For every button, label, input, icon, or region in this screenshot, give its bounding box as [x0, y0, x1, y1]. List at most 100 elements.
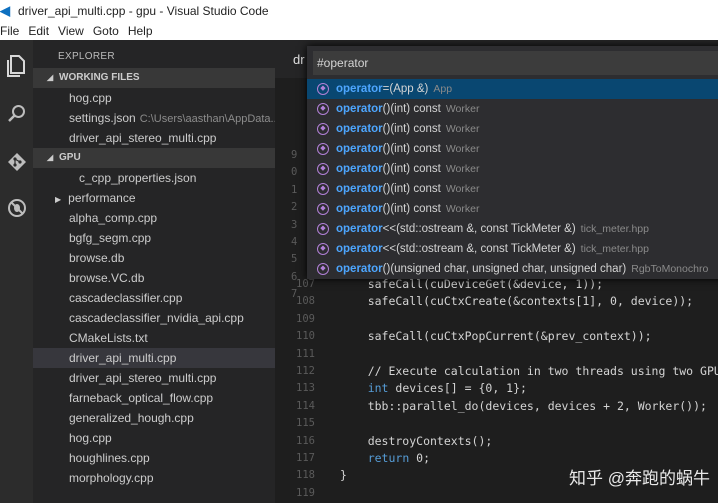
line-number: 111 [296, 347, 315, 360]
line-number-partial: 1 [291, 183, 298, 196]
tree-item[interactable]: alpha_comp.cpp [33, 208, 275, 228]
chevron-down-icon: ◢ [47, 153, 54, 162]
working-file-item[interactable]: driver_api_stereo_multi.cpp [33, 128, 275, 148]
working-file-item[interactable]: hog.cpp [33, 88, 275, 108]
menu-file[interactable]: File [0, 24, 19, 38]
symbol-keyword: operator [336, 243, 383, 255]
tree-item[interactable]: CMakeLists.txt [33, 328, 275, 348]
symbol-result-item[interactable]: ◆ operator <<(std::ostream &, const TickMe… [307, 219, 718, 239]
symbol-keyword: operator [336, 123, 383, 135]
symbol-result-item[interactable]: ◆ operator ()(int) const Worker [307, 99, 718, 119]
code-text: return 0; [367, 450, 431, 465]
symbol-result-item[interactable]: ◆ operator ()(int) const Worker [307, 139, 718, 159]
symbol-result-item[interactable]: ◆ operator =(App &) App [307, 79, 718, 99]
tree-item[interactable]: browse.VC.db [33, 268, 275, 288]
symbol-result-item[interactable]: ◆ operator ()(int) const Worker [307, 199, 718, 219]
debug-icon[interactable] [0, 190, 33, 226]
method-icon: ◆ [317, 223, 329, 235]
file-name: alpha_comp.cpp [69, 211, 158, 225]
line-number: 114 [296, 399, 315, 412]
code-text: safeCall(cuCtxPopCurrent(&prev_context))… [340, 329, 652, 344]
symbol-signature: ()(int) const [382, 203, 441, 215]
file-name: cascadeclassifier.cpp [69, 291, 183, 305]
symbol-container: Worker [445, 183, 480, 195]
code-text: // Execute calculation in two threads us… [340, 363, 718, 378]
symbol-container: RgbToMonochro [631, 263, 709, 275]
tree-item[interactable]: generalized_hough.cpp [33, 408, 275, 428]
file-name: morphology.cpp [69, 471, 154, 485]
tree-item[interactable]: browse.db [33, 248, 275, 268]
file-name: hog.cpp [69, 91, 112, 105]
tree-folder-performance[interactable]: ▶ performance [33, 188, 275, 208]
watermark: 知乎 @奔跑的蜗牛 [569, 469, 710, 488]
symbol-container: Worker [445, 163, 480, 175]
menu-view[interactable]: View [58, 24, 84, 38]
symbol-result-item[interactable]: ◆ operator ()(int) const Worker [307, 119, 718, 139]
working-file-item[interactable]: settings.json C:\Users\aasthan\AppData... [33, 108, 275, 128]
code-line: 110 safeCall(cuCtxPopCurrent(&prev_conte… [275, 328, 718, 345]
symbol-keyword: operator [336, 183, 383, 195]
file-name: browse.VC.db [69, 271, 145, 285]
tree-item[interactable]: cascadeclassifier_nvidia_api.cpp [33, 308, 275, 328]
tree-item[interactable]: driver_api_stereo_multi.cpp [33, 368, 275, 388]
line-number: 110 [296, 330, 315, 343]
tree-item[interactable]: farneback_optical_flow.cpp [33, 388, 275, 408]
menu-goto[interactable]: Goto [93, 24, 119, 38]
tree-item[interactable]: houghlines.cpp [33, 448, 275, 468]
tree-item-selected[interactable]: driver_api_multi.cpp [33, 348, 275, 368]
line-number: 115 [296, 417, 315, 430]
symbol-container: tick_meter.hpp [580, 223, 649, 235]
git-icon[interactable] [0, 144, 33, 180]
tree-item[interactable]: bgfg_segm.cpp [33, 228, 275, 248]
tree-item[interactable]: cascadeclassifier.cpp [33, 288, 275, 308]
line-number-partial: 3 [291, 218, 298, 231]
symbol-search-palette: ◆operator=(App &)App◆operator()(int) con… [307, 46, 718, 279]
symbol-search-input[interactable] [313, 51, 718, 75]
code-text: int devices[] = {0, 1}; [367, 381, 527, 396]
symbol-container: Worker [445, 143, 480, 155]
line-number: 118 [296, 469, 315, 482]
file-name: settings.json [69, 111, 136, 125]
menu-bar: File Edit View Goto Help [0, 22, 718, 40]
symbol-result-item[interactable]: ◆ operator <<(std::ostream &, const TickMe… [307, 239, 718, 259]
symbol-container: Worker [445, 203, 480, 215]
tree-item[interactable]: c_cpp_properties.json [33, 168, 275, 188]
symbol-keyword: operator [336, 163, 383, 175]
symbol-signature: ()(int) const [382, 103, 441, 115]
line-number: 113 [296, 382, 315, 395]
menu-edit[interactable]: Edit [28, 24, 49, 38]
tree-item[interactable]: morphology.cpp [33, 468, 275, 488]
line-number-partial: 5 [291, 253, 298, 266]
code-text: destroyContexts(); [340, 433, 493, 448]
working-files-header[interactable]: ◢ WORKING FILES [33, 68, 275, 88]
code-text: safeCall(cuCtxCreate(&contexts[1], 0, de… [340, 294, 694, 309]
symbol-result-item[interactable]: ◆ operator ()(int) const Worker [307, 159, 718, 179]
symbol-results-list: ◆ operator =(App &) App ◆ operator ()(int) con… [307, 79, 718, 279]
symbol-keyword: operator [336, 103, 383, 115]
symbol-signature: =(App &) [382, 83, 429, 95]
method-icon: ◆ [317, 183, 329, 195]
file-path: C:\Users\aasthan\AppData... [139, 113, 275, 125]
menu-help[interactable]: Help [128, 24, 153, 38]
line-number-partial: 4 [291, 236, 298, 249]
file-name: CMakeLists.txt [69, 331, 148, 345]
code-line: 115 [275, 415, 718, 432]
files-icon[interactable] [0, 48, 33, 84]
symbol-result-item[interactable]: ◆ operator ()(int) const Worker [307, 179, 718, 199]
tree-item[interactable]: hog.cpp [33, 428, 275, 448]
code-line: 114 tbb::parallel_do(devices, devices + … [275, 398, 718, 415]
search-icon[interactable] [0, 96, 33, 132]
line-number-partial: 2 [291, 201, 298, 214]
editor-tab[interactable]: dr [293, 52, 305, 67]
symbol-signature: <<(std::ostream &, const TickMeter &) [382, 243, 576, 255]
file-name: driver_api_stereo_multi.cpp [69, 371, 217, 385]
file-name: browse.db [69, 251, 125, 265]
symbol-result-item[interactable]: ◆ operator ()(unsigned char, unsigned char… [307, 259, 718, 279]
method-icon: ◆ [317, 123, 329, 135]
file-name: c_cpp_properties.json [79, 171, 197, 185]
line-number: 117 [296, 451, 315, 464]
symbol-keyword: operator [336, 143, 383, 155]
gpu-folder-header[interactable]: ◢ GPU [33, 148, 275, 168]
keyword-token: int [367, 381, 389, 396]
symbol-signature: ()(int) const [382, 183, 441, 195]
